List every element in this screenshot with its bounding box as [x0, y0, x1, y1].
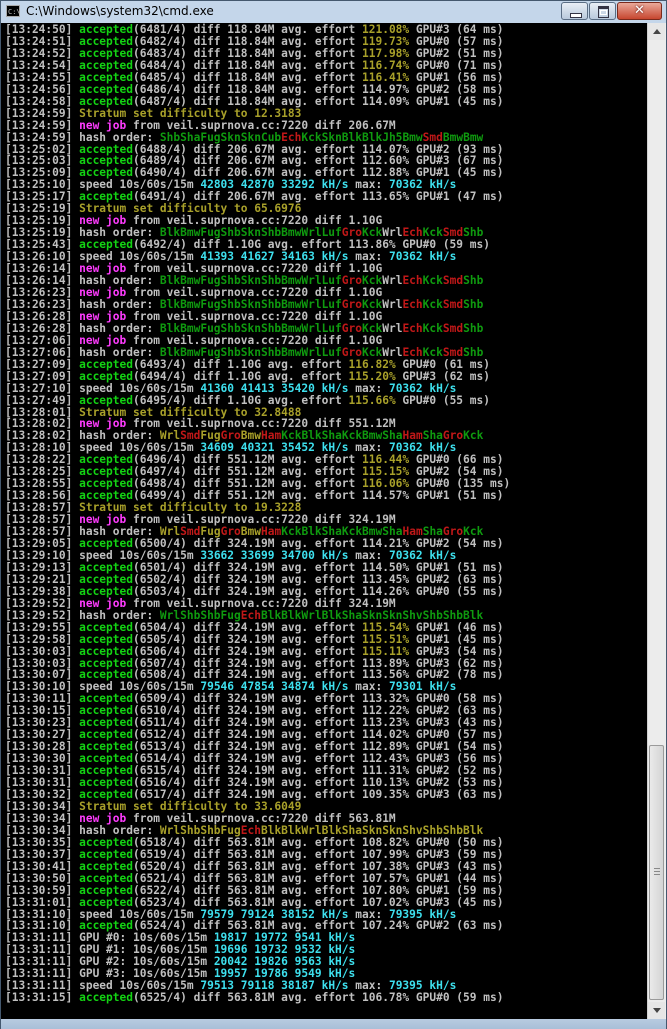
cmd-icon[interactable]: C:\ [6, 5, 21, 17]
arrow-down-icon [653, 1008, 661, 1013]
console-text-segment: Ech [402, 274, 423, 288]
console-text-segment: Wrl [382, 274, 403, 288]
console-text-segment: Kck [463, 429, 484, 443]
console-lines: [13:24:50] accepted(6481/4) diff 118.84M… [5, 24, 510, 1004]
console-text-segment: Smd [442, 297, 464, 311]
window-bottom-border [1, 1019, 666, 1029]
console-text-segment: Smd [442, 274, 464, 288]
close-button[interactable]: ✕ [617, 2, 662, 20]
console-text-segment: (6525/4) diff 563.81M avg. effort 106.78… [132, 991, 504, 1005]
console-text-segment: Shb [463, 297, 484, 311]
minimize-button[interactable] [561, 2, 588, 20]
console-text-segment: accepted [79, 991, 133, 1005]
arrow-up-icon [653, 29, 661, 34]
cmd-window: C:\ C:\Windows\system32\cmd.exe ✕ [13:24… [0, 0, 667, 1029]
grip-line-icon [654, 868, 660, 869]
console-text-segment: Ech [402, 321, 423, 335]
console-text-segment: 70362 kH/s [388, 250, 457, 264]
console-text-segment: Kck [422, 297, 443, 311]
console-text-segment: Ech [402, 297, 423, 311]
console-text-segment: Wrl [382, 321, 403, 335]
vertical-scrollbar[interactable] [647, 23, 666, 1019]
console-text-segment: GPU#0 (55 ms) [395, 393, 490, 407]
window-title: C:\Windows\system32\cmd.exe [26, 4, 214, 18]
scroll-up-button[interactable] [648, 23, 665, 40]
scrollbar-thumb[interactable] [649, 745, 664, 1000]
maximize-button[interactable] [589, 2, 616, 20]
console-text-segment: Shb [463, 274, 484, 288]
scroll-down-button[interactable] [648, 1002, 665, 1019]
console-line: [13:31:15] accepted(6525/4) diff 563.81M… [5, 992, 510, 1004]
console-text-segment: Smd [442, 321, 464, 335]
title-bar[interactable]: C:\ C:\Windows\system32\cmd.exe ✕ [1, 1, 666, 23]
minimize-icon [570, 13, 582, 18]
console-text-segment: Kck [422, 321, 443, 335]
console-text-segment: Shb [463, 321, 484, 335]
console-text-segment: 115.66% [348, 393, 396, 407]
console-output[interactable]: [13:24:50] accepted(6481/4) diff 118.84M… [1, 23, 647, 1019]
console-text-segment: Kck [422, 274, 443, 288]
maximize-icon [598, 6, 609, 18]
close-icon: ✕ [634, 3, 645, 18]
grip-line-icon [654, 871, 660, 872]
console-text-segment: [13:31:15] [5, 991, 80, 1005]
console-text-segment: Wrl [382, 297, 403, 311]
grip-line-icon [654, 874, 660, 875]
